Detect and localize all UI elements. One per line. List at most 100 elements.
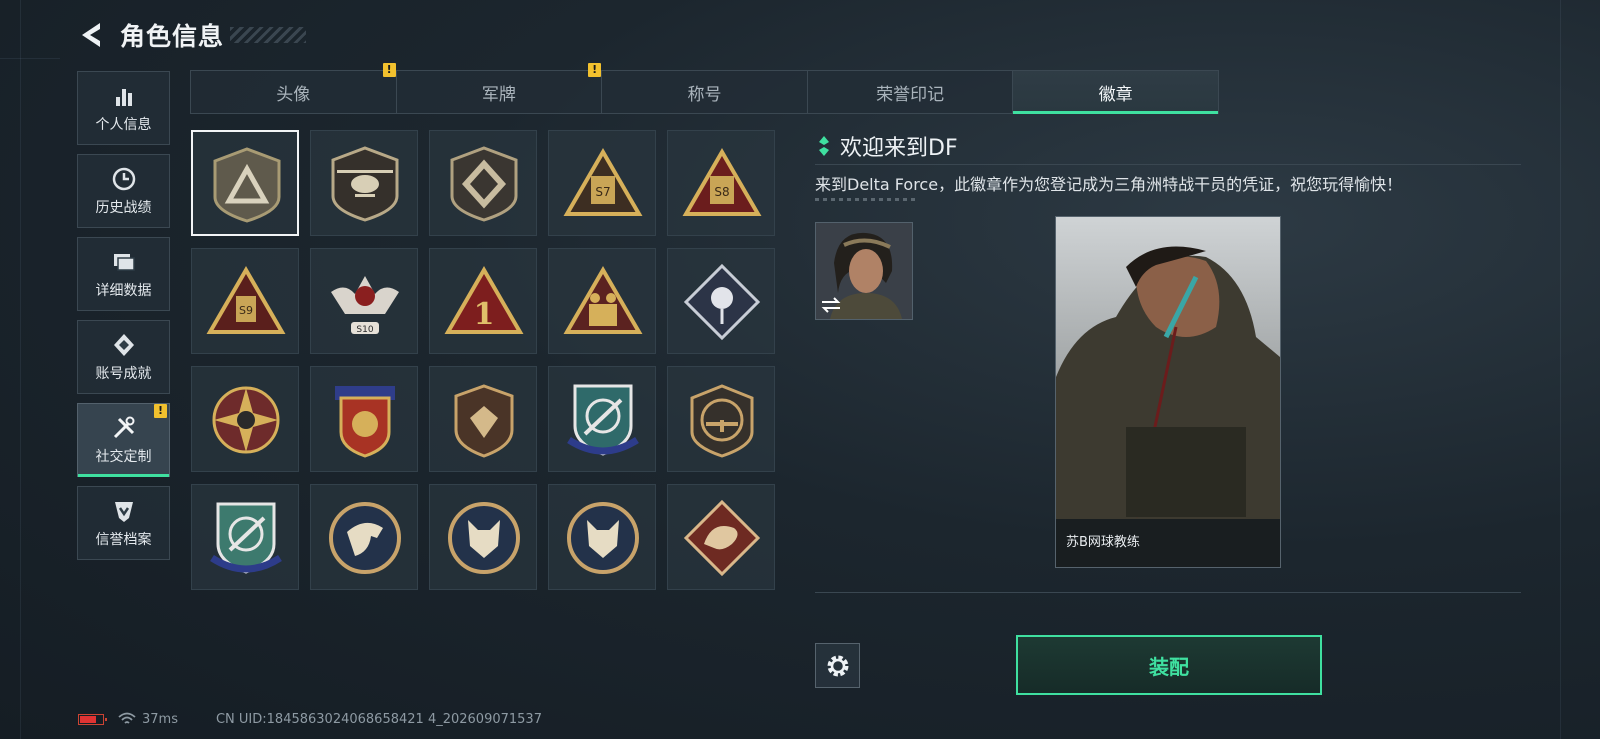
badge-cell[interactable] (548, 366, 656, 472)
crosshair-rifle-badge-icon (567, 384, 639, 456)
tab-bar: 头像 ! 军牌 ! 称号 荣誉印记 徽章 (190, 63, 1219, 114)
badge-description: 来到Delta Force，此徽章作为您登记成为三角洲特战干员的凭证，祝您玩得愉… (815, 175, 1403, 194)
badge-cell[interactable] (548, 484, 656, 590)
battery-icon (78, 713, 107, 725)
sidebar-item-social[interactable]: 社交定制 ! (77, 403, 170, 477)
soldiers-triangle-badge-icon (563, 266, 643, 334)
rifle-seal-badge-icon (690, 384, 754, 458)
helicopter-badge-icon (331, 146, 399, 222)
page-header: 角色信息 (78, 18, 307, 52)
achievement-icon (113, 333, 134, 356)
description-decoration (815, 198, 919, 201)
frame-line (1560, 0, 1561, 739)
page-title: 角色信息 (120, 22, 225, 51)
sidebar-item-label: 个人信息 (95, 116, 152, 133)
tab-dogtag[interactable]: 军牌 ! (397, 63, 603, 113)
badge-cell[interactable] (667, 248, 775, 354)
wifi-icon (118, 712, 136, 724)
avatar[interactable] (815, 222, 913, 320)
frame-line (0, 58, 60, 59)
operator-card: 苏B网球教练 (1055, 216, 1281, 568)
sidebar-item-label: 信誉档案 (95, 531, 152, 548)
swap-icon[interactable] (820, 297, 842, 313)
folder-icon (113, 253, 135, 271)
eagle-crest-badge-icon (335, 386, 395, 458)
equip-button[interactable]: 装配 (1016, 635, 1322, 695)
diamond-marker-icon (819, 136, 829, 156)
tab-label: 荣誉印记 (876, 84, 945, 105)
sidebar-item-credit[interactable]: 信誉档案 (77, 486, 170, 560)
badge-cell[interactable] (191, 366, 299, 472)
badge-cell[interactable]: S7 (548, 130, 656, 236)
settings-button[interactable] (815, 643, 860, 688)
sidebar-item-label: 社交定制 (95, 448, 152, 465)
sidebar-item-stats[interactable]: 详细数据 (77, 237, 170, 311)
wolf-head-badge-2-icon (567, 502, 639, 574)
badge-cell[interactable]: S8 (667, 130, 775, 236)
s8-triangle-badge-icon: S8 (682, 148, 762, 216)
bar-chart-icon (115, 88, 132, 106)
title-decoration (230, 27, 307, 43)
sidebar-item-achievements[interactable]: 账号成就 (77, 320, 170, 394)
badge-cell[interactable]: S10 (310, 248, 418, 354)
eagle-head-badge-icon (329, 502, 401, 574)
tab-badge[interactable]: 徽章 (1013, 71, 1218, 114)
divider (815, 164, 1521, 165)
delta-shield-badge-icon (213, 147, 281, 223)
star-compass-badge-icon (212, 386, 280, 454)
badge-cell[interactable] (667, 484, 775, 590)
badge-cell[interactable] (310, 484, 418, 590)
operator-name: 苏B网球教练 (1056, 519, 1280, 567)
status-bar: 37ms CN UID:1845863024068658421 4_202609… (78, 709, 542, 729)
sidebar-item-profile[interactable]: 个人信息 (77, 71, 170, 145)
alert-badge: ! (382, 63, 396, 77)
sidebar-item-history[interactable]: 历史战绩 (77, 154, 170, 228)
badge-cell[interactable] (310, 130, 418, 236)
badge-cell[interactable] (548, 248, 656, 354)
s7-label: S7 (595, 185, 610, 199)
wolf-head-badge-icon (448, 502, 520, 574)
dragon-diamond-badge-icon (683, 499, 761, 577)
uid-text: CN UID:1845863024068658421 4_20260907153… (215, 711, 542, 727)
tab-label: 徽章 (1098, 84, 1133, 105)
shield-check-icon (114, 501, 133, 522)
badge-cell[interactable] (429, 130, 537, 236)
badge-cell[interactable]: 1 (429, 248, 537, 354)
one-label: 1 (474, 297, 495, 332)
badge-cell[interactable] (429, 484, 537, 590)
sidebar-item-label: 详细数据 (95, 282, 152, 299)
diamond-emblem-badge-icon (450, 146, 518, 222)
s10-winged-skull-badge-icon: S10 (331, 276, 399, 335)
tab-honor-mark[interactable]: 荣誉印记 (808, 71, 1014, 113)
active-indicator (78, 474, 169, 477)
frame-line (20, 0, 21, 739)
tab-label: 称号 (687, 84, 722, 105)
alert-badge: ! (588, 63, 602, 77)
number-one-triangle-badge-icon: 1 (444, 266, 524, 334)
badge-cell[interactable] (429, 366, 537, 472)
operator-illustration (1056, 217, 1280, 567)
sidebar-item-label: 账号成就 (95, 365, 152, 382)
badge-cell[interactable] (191, 484, 299, 590)
rose-diamond-badge-icon (683, 263, 761, 341)
tab-label: 军牌 (481, 84, 516, 105)
gem-shield-badge-icon (454, 384, 514, 458)
s8-label: S8 (714, 185, 729, 199)
tab-avatar[interactable]: 头像 ! (191, 63, 397, 113)
gear-icon (827, 655, 848, 676)
tools-icon (113, 416, 134, 438)
badge-cell[interactable] (667, 366, 775, 472)
tab-label: 头像 (276, 84, 311, 105)
back-arrow-icon[interactable] (78, 20, 106, 50)
tab-title[interactable]: 称号 (602, 71, 808, 113)
crosshair-knife-badge-icon (210, 502, 282, 574)
divider (815, 592, 1521, 593)
badge-name: 欢迎来到DF (840, 136, 958, 161)
s9-label: S9 (239, 304, 253, 317)
badge-cell[interactable]: S9 (191, 248, 299, 354)
badge-cell[interactable] (310, 366, 418, 472)
s10-label: S10 (356, 325, 373, 335)
badge-cell[interactable] (191, 130, 299, 236)
badge-detail-title: 欢迎来到DF (818, 130, 958, 162)
clock-icon (112, 167, 135, 190)
